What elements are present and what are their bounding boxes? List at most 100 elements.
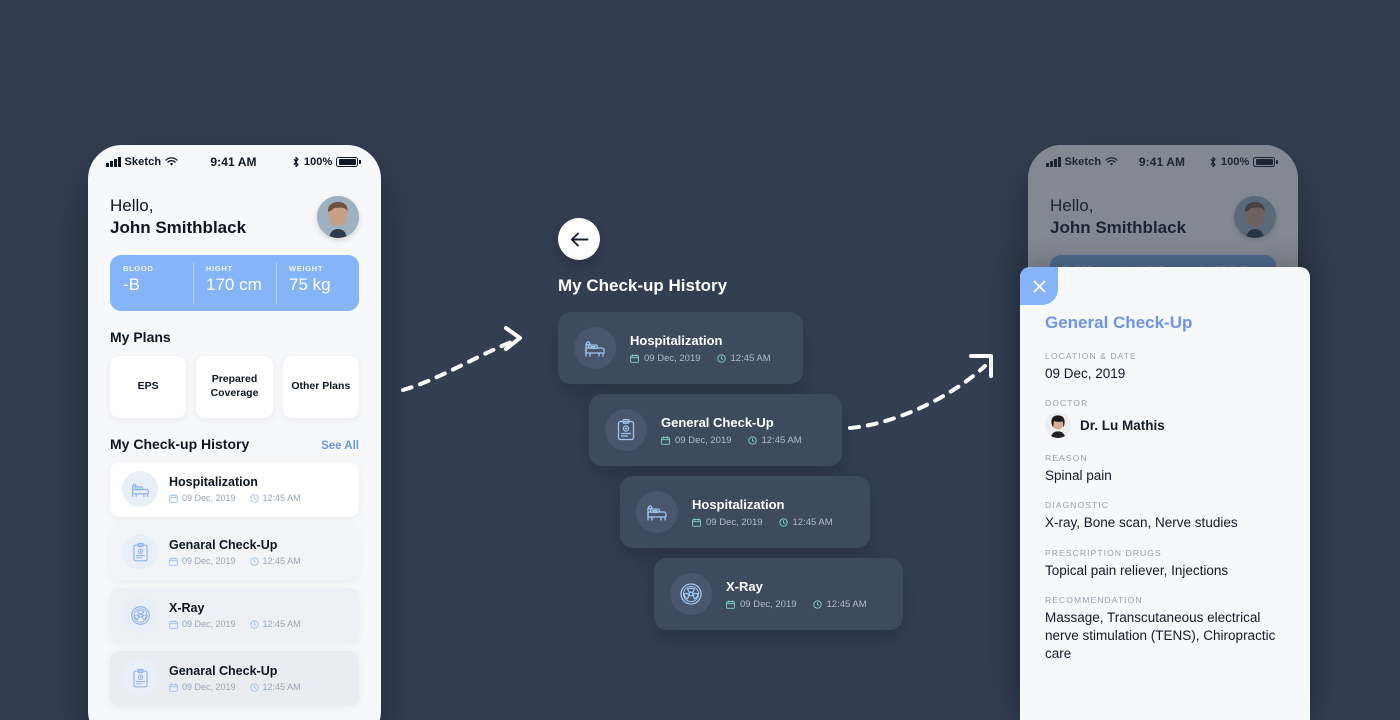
detail-field-value: 09 Dec, 2019 <box>1045 366 1126 381</box>
close-button[interactable] <box>1020 267 1058 305</box>
calendar-icon <box>726 599 735 609</box>
plan-tile[interactable]: EPS <box>110 355 187 418</box>
calendar-icon <box>630 353 639 363</box>
history-card-body: X-Ray 09 Dec, 2019 12:45 AM <box>169 601 301 629</box>
modal-title: General Check-Up <box>1045 313 1193 332</box>
history-card-date: 09 Dec, 2019 <box>169 556 236 566</box>
history-title: My Check-up History <box>110 435 250 452</box>
detail-field-label: DOCTOR <box>1045 398 1089 409</box>
detail-field-value: Massage, Transcutaneous electrical nerve… <box>1045 609 1276 662</box>
history-card-title: Genaral Check-Up <box>169 664 278 678</box>
history-screen-card[interactable]: X-Ray 09 Dec, 2019 12:45 AM <box>654 558 903 630</box>
history-screen-card[interactable]: General Check-Up 09 Dec, 2019 12:45 AM <box>589 394 842 466</box>
detail-field-label: LOCATION & DATE <box>1045 351 1137 361</box>
detail-field: DIAGNOSTIC X-ray, Bone scan, Nerve studi… <box>1045 500 1292 532</box>
detail-field-value: Spinal pain <box>1045 468 1112 484</box>
history-card-body: Genaral Check-Up 09 Dec, 2019 12:45 AM <box>169 664 301 692</box>
plan-label: EPS <box>137 379 159 392</box>
history-list: Hospitalization 09 Dec, 2019 12:45 AM Ge… <box>110 461 359 706</box>
detail-field: LOCATION & DATE 09 Dec, 2019 <box>1045 351 1292 383</box>
doctor-avatar <box>1045 412 1071 439</box>
history-screen-card[interactable]: Hospitalization 09 Dec, 2019 12:45 AM <box>558 312 803 384</box>
clipboard-icon <box>132 668 148 687</box>
phone-home-screen: Sketch 9:41 AM 100% Hello, John Smithbla… <box>88 145 381 720</box>
history-screen-card-title: Hospitalization <box>630 332 723 348</box>
history-card-date: 09 Dec, 2019 <box>169 682 236 692</box>
detail-field: PRESCRIPTION DRUGS Topical pain reliever… <box>1045 548 1292 580</box>
history-screen-card-body: General Check-Up 09 Dec, 2019 12:45 AM <box>661 415 802 446</box>
vital-value: -B <box>123 274 140 294</box>
detail-field-label: RECOMMENDATION <box>1045 594 1143 605</box>
clipboard-icon <box>132 542 148 561</box>
radiation-icon-wrapper <box>670 573 712 615</box>
history-card-body: Hospitalization 09 Dec, 2019 12:45 AM <box>169 475 301 503</box>
doctor-row: Dr. Lu Mathis <box>1045 412 1292 439</box>
doctor-name: Dr. Lu Mathis <box>1080 417 1165 433</box>
history-screen: My Check-up History Hospitalization 09 D… <box>558 218 978 630</box>
calendar-icon <box>169 493 178 503</box>
status-time: 9:41 AM <box>210 155 257 169</box>
hospital-bed-icon-wrapper <box>636 491 678 533</box>
detail-field: RECOMMENDATION Massage, Transcutaneous e… <box>1045 595 1292 664</box>
history-card-time: 12:45 AM <box>249 493 301 503</box>
detail-field: REASON Spinal pain <box>1045 453 1292 485</box>
greeting-line1: Hello, <box>110 196 154 215</box>
flow-arrow-left <box>401 326 522 392</box>
clock-icon <box>747 435 757 445</box>
modal-fields: LOCATION & DATE 09 Dec, 2019 DOCTOR Dr. … <box>1045 351 1292 679</box>
checkup-detail-modal: General Check-Up LOCATION & DATE 09 Dec,… <box>1020 267 1310 720</box>
battery-full-icon <box>336 157 361 167</box>
hospital-bed-icon-wrapper <box>574 327 616 369</box>
radiation-icon <box>130 605 150 625</box>
vital-value: 170 cm <box>206 274 262 294</box>
history-screen-card-time: 12:45 AM <box>812 599 867 610</box>
history-card[interactable]: X-Ray 09 Dec, 2019 12:45 AM <box>110 587 359 643</box>
clock-icon <box>778 517 788 527</box>
detail-field-value: Topical pain reliever, Injections <box>1045 562 1229 578</box>
see-all-link[interactable]: See All <box>321 440 359 452</box>
clipboard-icon <box>617 418 635 441</box>
clock-icon <box>249 619 259 629</box>
history-card-date: 09 Dec, 2019 <box>169 493 236 503</box>
greeting-text: Hello, John Smithblack <box>110 195 246 239</box>
clock-icon <box>716 353 726 363</box>
hospital-bed-icon <box>131 483 149 497</box>
history-screen-card-body: Hospitalization 09 Dec, 2019 12:45 AM <box>692 497 833 528</box>
history-screen-card-date: 09 Dec, 2019 <box>661 435 732 446</box>
clipboard-icon-wrapper <box>122 534 158 570</box>
signal-bars-icon <box>106 157 121 167</box>
clock-icon <box>249 682 259 692</box>
plan-tile[interactable]: Other Plans <box>282 355 359 418</box>
close-icon <box>1033 280 1045 292</box>
radiation-icon-wrapper <box>122 597 158 633</box>
avatar[interactable] <box>317 195 359 238</box>
clock-icon <box>812 599 822 609</box>
status-bar: Sketch 9:41 AM 100% <box>88 145 381 179</box>
history-screen-card-time: 12:45 AM <box>778 517 833 528</box>
detail-field-value: X-ray, Bone scan, Nerve studies <box>1045 515 1238 531</box>
calendar-icon <box>692 517 701 527</box>
history-card-body: Genaral Check-Up 09 Dec, 2019 12:45 AM <box>169 538 301 566</box>
vitals-card: BLOOD -B HIGHT 170 cm WEIGHT 75 kg <box>110 254 359 311</box>
calendar-icon <box>661 435 670 445</box>
plan-tile[interactable]: Prepared Coverage <box>196 355 273 418</box>
home-header: Hello, John Smithblack <box>88 179 381 239</box>
back-button[interactable] <box>558 218 600 260</box>
history-card-title: Hospitalization <box>169 475 258 489</box>
vital-label: BLOOD <box>123 263 154 273</box>
vital-value: 75 kg <box>289 274 331 294</box>
history-screen-card-body: Hospitalization 09 Dec, 2019 12:45 AM <box>630 333 771 364</box>
history-screen-card[interactable]: Hospitalization 09 Dec, 2019 12:45 AM <box>620 476 870 548</box>
history-card[interactable]: Hospitalization 09 Dec, 2019 12:45 AM <box>110 461 359 517</box>
history-card[interactable]: Genaral Check-Up 09 Dec, 2019 12:45 AM <box>110 650 359 706</box>
vital-blood: BLOOD -B <box>110 255 193 311</box>
greeting-line2: John Smithblack <box>110 217 247 237</box>
hospital-bed-icon <box>585 341 605 357</box>
detail-field-label: DIAGNOSTIC <box>1045 500 1109 511</box>
plans-list: EPS Prepared Coverage Other Plans <box>110 355 359 418</box>
history-card-date: 09 Dec, 2019 <box>169 619 236 629</box>
history-card[interactable]: Genaral Check-Up 09 Dec, 2019 12:45 AM <box>110 524 359 580</box>
radiation-icon <box>680 583 702 605</box>
clock-icon <box>249 556 259 566</box>
plan-label: Prepared Coverage <box>210 373 259 399</box>
